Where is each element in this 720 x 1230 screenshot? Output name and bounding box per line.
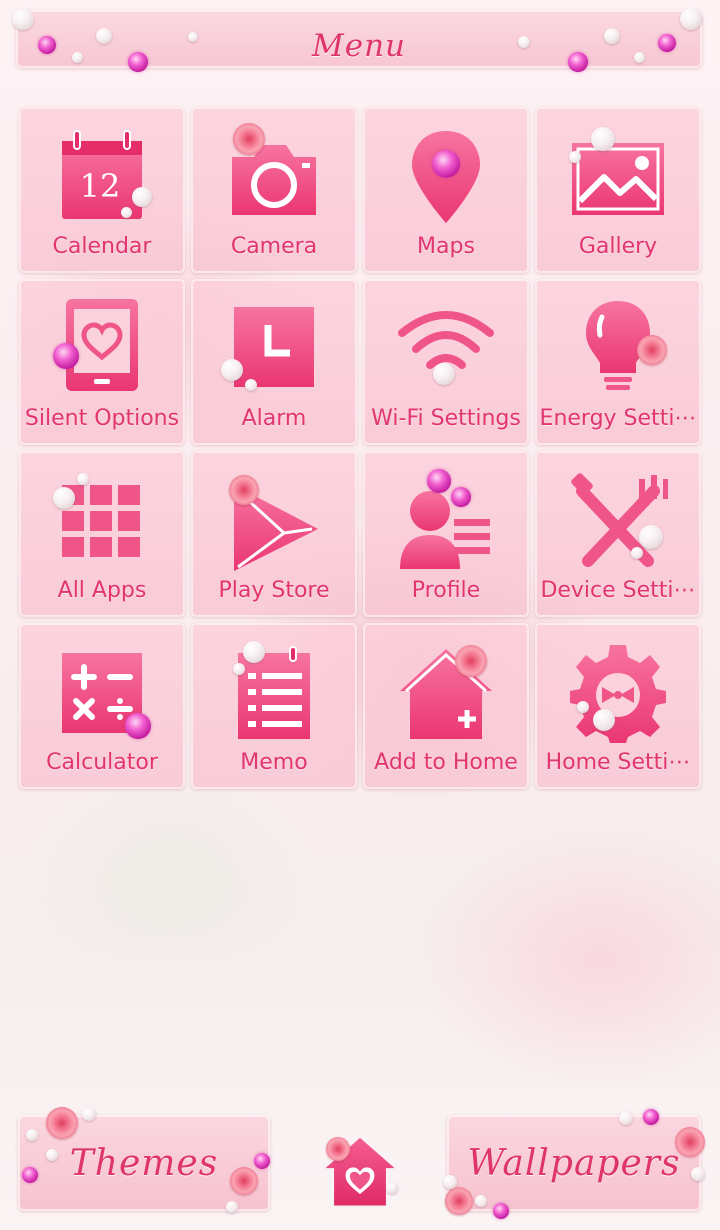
gem-decoration: [568, 52, 588, 72]
menu-header: Menu: [12, 8, 702, 72]
pearl-decoration: [96, 28, 112, 44]
rose-decoration: [445, 1187, 473, 1215]
app-label: Device Setti⋯: [540, 578, 696, 603]
pearl-decoration: [593, 709, 615, 731]
app-tile-calendar[interactable]: 12 Calendar: [19, 107, 185, 273]
pearl-decoration: [475, 1195, 487, 1207]
pearl-decoration: [77, 473, 89, 485]
app-label: Maps: [417, 234, 475, 259]
gem-decoration: [128, 52, 148, 72]
gem-decoration: [254, 1153, 270, 1169]
pearl-decoration: [243, 641, 265, 663]
pearl-decoration: [639, 525, 663, 549]
pearl-decoration: [26, 1129, 38, 1141]
app-label: Gallery: [578, 234, 658, 259]
app-tile-energy-settings[interactable]: Energy Setti⋯: [535, 279, 701, 445]
pearl-decoration: [12, 8, 34, 30]
pearl-decoration: [577, 701, 589, 713]
wallpapers-button-label: Wallpapers: [467, 1143, 681, 1184]
pearl-decoration: [386, 1182, 398, 1194]
rose-decoration: [637, 335, 667, 365]
rose-decoration: [230, 1167, 258, 1195]
menu-title: Menu: [311, 28, 407, 64]
pearl-decoration: [569, 151, 581, 163]
app-tile-gallery[interactable]: Gallery: [535, 107, 701, 273]
gem-decoration: [53, 343, 79, 369]
themes-button[interactable]: Themes: [18, 1107, 270, 1213]
gem-decoration: [432, 150, 460, 178]
pearl-decoration: [245, 379, 257, 391]
app-tile-profile[interactable]: Profile: [363, 451, 529, 617]
app-tile-device-settings[interactable]: Device Setti⋯: [535, 451, 701, 617]
calendar-day-text: 12: [80, 167, 121, 205]
pearl-decoration: [591, 127, 615, 151]
pearl-decoration: [634, 52, 645, 63]
pearl-decoration: [619, 1111, 633, 1125]
pearl-decoration: [233, 663, 245, 675]
pearl-decoration: [221, 359, 243, 381]
app-tile-camera[interactable]: Camera: [191, 107, 357, 273]
pearl-decoration: [82, 1107, 96, 1121]
app-tile-add-to-home[interactable]: Add to Home: [363, 623, 529, 789]
app-tile-all-apps[interactable]: All Apps: [19, 451, 185, 617]
app-label: Profile: [411, 578, 481, 603]
app-tile-wifi-settings[interactable]: Wi-Fi Settings: [363, 279, 529, 445]
app-label: Energy Setti⋯: [539, 406, 697, 431]
pearl-decoration: [226, 1201, 238, 1213]
pearl-decoration: [604, 28, 620, 44]
app-label: Camera: [230, 234, 318, 259]
app-tile-play-store[interactable]: Play Store: [191, 451, 357, 617]
pearl-decoration: [691, 1167, 705, 1181]
gem-decoration: [427, 469, 451, 493]
gem-decoration: [125, 713, 151, 739]
wallpapers-button[interactable]: Wallpapers: [443, 1109, 705, 1219]
gem-decoration: [38, 36, 56, 54]
pearl-decoration: [46, 1149, 58, 1161]
rose-decoration: [455, 645, 487, 677]
app-label: Memo: [240, 750, 308, 775]
rose-decoration: [326, 1137, 350, 1161]
app-tile-memo[interactable]: Memo: [191, 623, 357, 789]
rose-decoration: [229, 475, 259, 505]
app-label: Play Store: [218, 578, 330, 603]
calendar-icon: 12: [62, 130, 142, 219]
app-label: Silent Options: [24, 406, 180, 431]
app-label: Calendar: [52, 234, 152, 259]
pearl-decoration: [188, 32, 198, 42]
app-label: Home Setti⋯: [545, 750, 691, 775]
gear-bow-icon: [570, 645, 666, 743]
gallery-icon: [572, 143, 664, 215]
app-tile-silent-options[interactable]: Silent Options: [19, 279, 185, 445]
app-tile-calculator[interactable]: Calculator: [19, 623, 185, 789]
pearl-decoration: [680, 8, 702, 30]
rose-decoration: [46, 1107, 78, 1139]
pearl-decoration: [518, 36, 530, 48]
app-tile-maps[interactable]: Maps: [363, 107, 529, 273]
gem-decoration: [643, 1109, 659, 1125]
rose-decoration: [233, 123, 265, 155]
pearl-decoration: [433, 363, 455, 385]
clock-icon: [234, 307, 314, 387]
gem-decoration: [22, 1167, 38, 1183]
pearl-decoration: [53, 487, 75, 509]
gem-decoration: [658, 34, 676, 52]
pearl-decoration: [121, 207, 132, 218]
grid-icon: [62, 485, 140, 557]
pearl-decoration: [72, 52, 83, 63]
gem-decoration: [451, 487, 471, 507]
pearl-decoration: [631, 547, 643, 559]
memo-icon: [238, 646, 310, 739]
app-label: Alarm: [241, 406, 307, 431]
rose-decoration: [675, 1127, 705, 1157]
gem-decoration: [493, 1203, 509, 1219]
app-label: Calculator: [46, 750, 158, 775]
app-label: Wi-Fi Settings: [371, 406, 521, 431]
app-label: Add to Home: [374, 750, 518, 775]
app-tile-home-settings[interactable]: Home Setti⋯: [535, 623, 701, 789]
pearl-decoration: [132, 187, 152, 207]
app-tile-alarm[interactable]: Alarm: [191, 279, 357, 445]
tools-icon: [571, 473, 668, 567]
app-label: All Apps: [57, 578, 147, 603]
